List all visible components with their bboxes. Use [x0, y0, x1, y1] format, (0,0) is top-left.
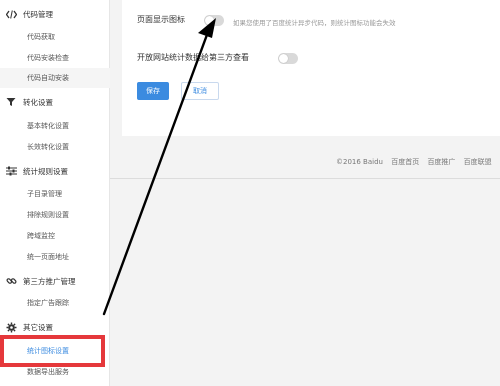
- app-root: 代码管理 代码获取 代码安装检查 代码自动安装 转化设置 基本转化设置 长效转化…: [0, 0, 500, 386]
- annotation-arrow: [102, 18, 216, 316]
